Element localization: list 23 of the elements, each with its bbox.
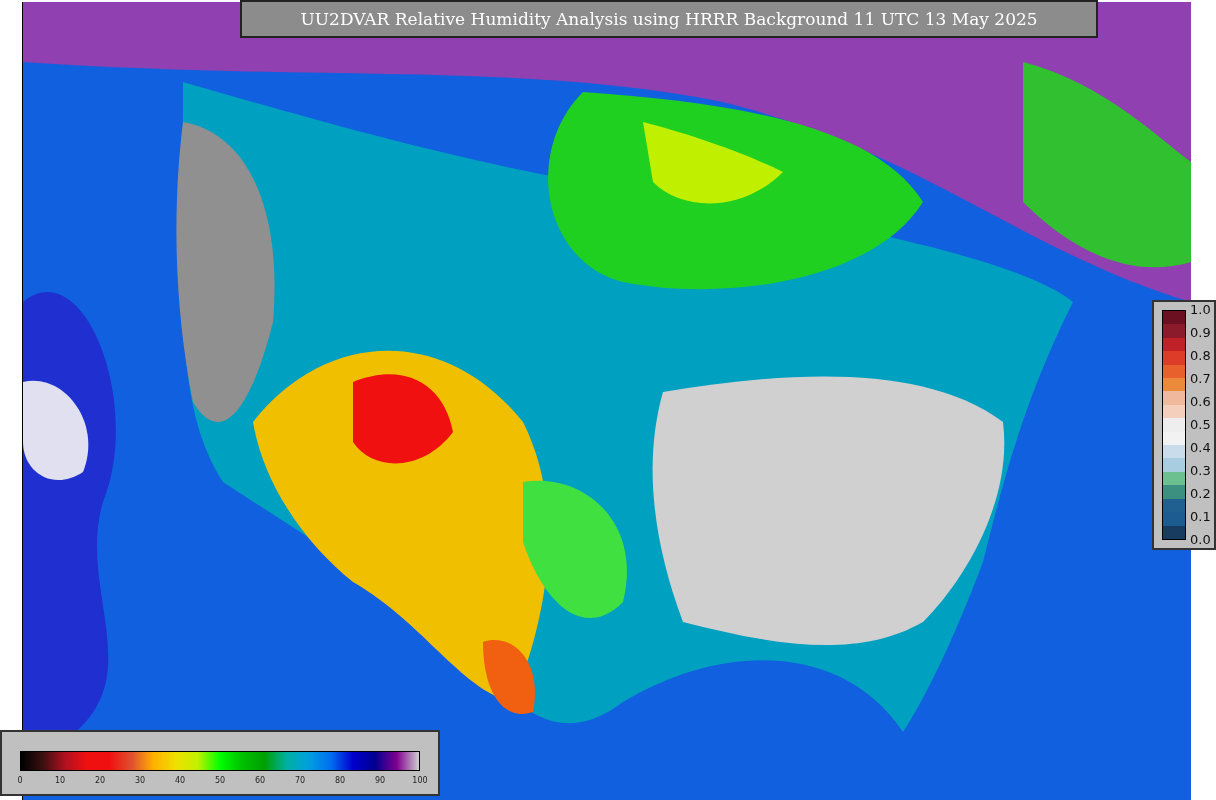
tick-label: 100 — [412, 776, 428, 785]
tick-label: 0.8 — [1190, 349, 1211, 363]
tick-label: 0 — [17, 776, 23, 785]
tick-label: 0.2 — [1190, 487, 1211, 501]
tick-label: 50 — [214, 776, 226, 785]
tick-label: 30 — [134, 776, 146, 785]
tick-label: 60 — [254, 776, 266, 785]
tick-label: 70 — [294, 776, 306, 785]
tick-label: 0.1 — [1190, 510, 1211, 524]
tick-label: 20 — [94, 776, 106, 785]
tick-label: 90 — [374, 776, 386, 785]
tick-label: 10 — [54, 776, 66, 785]
tick-label: 0.6 — [1190, 395, 1211, 409]
tick-label: 0.4 — [1190, 441, 1211, 455]
tick-label: 0.0 — [1190, 533, 1211, 547]
tick-label: 40 — [174, 776, 186, 785]
tick-label: 80 — [334, 776, 346, 785]
tick-label: 0.5 — [1190, 418, 1211, 432]
tick-label: 0.7 — [1190, 372, 1211, 386]
tick-label: 1.0 — [1190, 303, 1211, 317]
tick-label: 0.9 — [1190, 326, 1211, 340]
tick-label: 0.3 — [1190, 464, 1211, 478]
map-title: UU2DVAR Relative Humidity Analysis using HRRR Background 11 UTC 13 May 2025 — [240, 0, 1098, 38]
